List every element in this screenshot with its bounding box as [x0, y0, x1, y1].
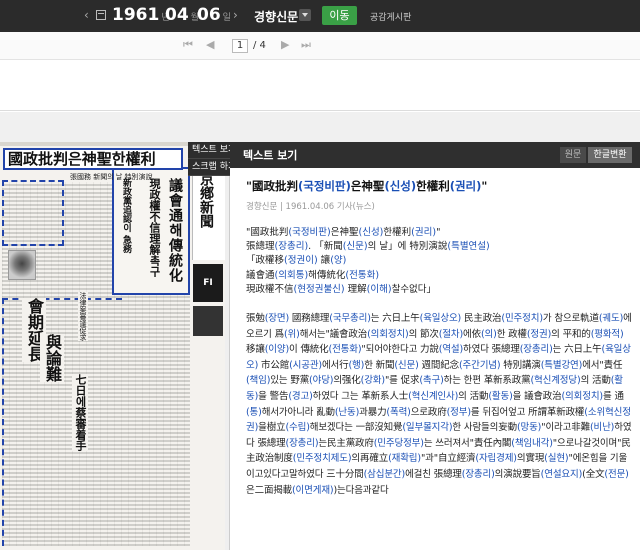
month-value[interactable]: 04 월	[165, 5, 199, 25]
headline-line: 張總理(장총리). 「新聞(신문)의 날」에 特別演說(특별연설)	[246, 241, 490, 253]
panel-body: "國政批判(국정비판)은神聖(신성)한權利(권리)" 경향신문 | 1961.0…	[246, 178, 634, 498]
day-value[interactable]: 06 일	[197, 5, 231, 25]
calendar-icon[interactable]	[96, 10, 106, 20]
next-page-icon[interactable]: ▶	[281, 38, 289, 51]
date-navigation-bar: ‹ 1961 년 04 월 06 일 › 경향신문 이동 공감게시판	[0, 0, 640, 32]
newspaper-title-vertical-2: 現政權不信理解촉구	[148, 178, 161, 277]
newspaper-title-vertical-1: 議會通해傳統化	[167, 178, 183, 283]
advertisement: FI	[193, 264, 223, 302]
newspaper-subheadline: 張國務 新聞의 날 特別演說	[70, 173, 153, 181]
month-number: 04	[165, 5, 189, 25]
article-title: "國政批判(국정비판)은神聖(신성)한權利(권리)"	[246, 179, 488, 193]
text-view-tab[interactable]: 텍스트 보기	[188, 142, 230, 159]
article-meta: 경향신문 | 1961.04.06 기사(뉴스)	[246, 202, 375, 212]
original-text-button[interactable]: 원문	[560, 147, 586, 163]
page-number-input[interactable]: 1	[232, 39, 248, 53]
prev-page-icon[interactable]: ◀	[206, 38, 214, 51]
day-unit: 일	[222, 13, 231, 23]
advertisement-2	[193, 306, 223, 336]
hangul-convert-button[interactable]: 한글변환	[588, 147, 632, 163]
newspaper-left-title-2: 與論難	[40, 334, 64, 382]
year-number: 1961	[112, 5, 160, 25]
masthead-logo: 京鄕新聞	[198, 172, 214, 228]
article-highlight-box-secondary[interactable]	[2, 180, 64, 246]
last-page-icon[interactable]: ⏭	[301, 38, 311, 52]
day-number: 06	[197, 5, 221, 25]
next-date-arrow[interactable]: ›	[233, 8, 238, 22]
text-view-panel: 텍스트 보기 원문 한글변환 "國政批判(국정비판)은神聖(신성)한權利(권리)…	[230, 142, 640, 550]
scrap-tab[interactable]: 스크랩 하기	[188, 159, 230, 176]
article-headlines: "國政批判(국정비판)은神聖(신성)한權利(권리)" 張總理(장총리). 「新聞…	[246, 226, 634, 297]
board-link[interactable]: 공감게시판	[370, 10, 411, 23]
side-tab-menu: 텍스트 보기 스크랩 하기	[188, 142, 230, 176]
go-button[interactable]: 이동	[322, 6, 357, 25]
article-body: 張勉(장면) 國務總理(국무총리)는 六日上午(육일상오) 民主政治(민주정치)…	[246, 313, 632, 496]
headline-line: 「政權移(정권이) 讓(양)	[246, 255, 347, 267]
page-total: / 4	[253, 40, 266, 51]
newspaper-mid-column: 法律案審議促求	[78, 292, 88, 341]
newspaper-select[interactable]: 경향신문	[254, 8, 298, 25]
first-page-icon[interactable]: ⏮	[183, 38, 193, 52]
newspaper-headline[interactable]: 國政批判은神聖한權利	[3, 148, 183, 170]
headline-line: "國政批判(국정비판)은神聖(신성)한權利(권리)"	[246, 227, 441, 238]
viewer-background	[0, 112, 640, 142]
page-navigation: ⏮ ◀ 1 / 4 ▶ ⏭	[0, 32, 640, 60]
year-value[interactable]: 1961 년	[112, 5, 170, 25]
toolbar-spacer	[0, 61, 640, 111]
headline-line: 議會通(의회통)해傳統化(전통화)	[246, 269, 380, 281]
newspaper-page-image[interactable]: 國政批判은神聖한權利 張國務 新聞의 날 特別演說 議會通해傳統化 現政權不信理…	[0, 142, 230, 550]
chevron-down-icon[interactable]	[299, 9, 311, 21]
headline-line: 現政權不信(현정권불신) 理解(이해)찰수없다」	[246, 283, 437, 295]
panel-title: 텍스트 보기	[243, 149, 298, 162]
portrait-photo	[8, 250, 36, 280]
newspaper-title-vertical-3: 新政黨追認이 急務	[121, 178, 131, 254]
prev-date-arrow[interactable]: ‹	[84, 8, 89, 22]
panel-header: 텍스트 보기 원문 한글변환	[230, 142, 640, 168]
newspaper-mid-title: 七日에蔡審着手	[72, 374, 88, 451]
